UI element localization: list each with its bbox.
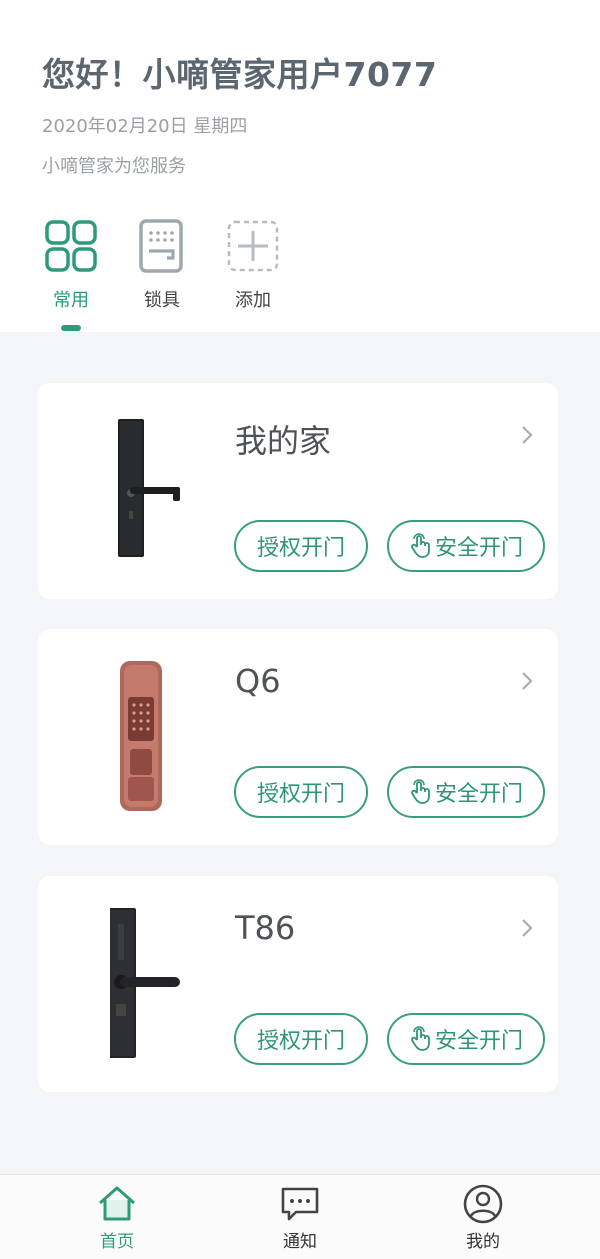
message-icon [281, 1187, 319, 1221]
tab-label: 锁具 [144, 290, 180, 311]
date-text: 2020年02月20日 星期四 [42, 116, 248, 137]
home-icon [99, 1186, 135, 1221]
hand-tap-icon [411, 533, 430, 558]
nav-label: 首页 [100, 1232, 134, 1252]
hand-tap-icon [411, 779, 430, 804]
authorize-unlock-button[interactable]: 授权开门 [234, 520, 368, 572]
button-label: 授权开门 [256, 536, 345, 561]
active-tab-indicator [61, 325, 81, 331]
lock-name: Q6 [235, 662, 281, 700]
bottom-navigation: 首页 通知 我的 [0, 1174, 600, 1259]
button-label: 安全开门 [434, 536, 523, 561]
lock-image [118, 419, 180, 557]
tab-locks[interactable]: 锁具 [122, 218, 202, 312]
button-label: 安全开门 [434, 1029, 523, 1054]
chevron-right-icon[interactable] [520, 423, 534, 447]
hand-tap-icon [411, 1026, 430, 1051]
lock-card[interactable]: 我的家 授权开门 安全开门 [38, 383, 558, 599]
chevron-right-icon[interactable] [520, 916, 534, 940]
tab-label: 添加 [235, 290, 271, 311]
lock-card[interactable]: Q6 授权开门 安全开门 [38, 629, 558, 845]
button-label: 授权开门 [256, 1029, 345, 1054]
nav-label: 通知 [283, 1232, 317, 1252]
nav-notifications[interactable]: 通知 [260, 1183, 340, 1252]
button-label: 安全开门 [434, 782, 523, 807]
button-label: 授权开门 [256, 782, 345, 807]
lock-image [110, 908, 180, 1058]
keypad-icon [134, 218, 190, 274]
greeting-title: 您好！小嘀管家用户7077 [42, 55, 438, 94]
authorize-unlock-button[interactable]: 授权开门 [234, 766, 368, 818]
lock-name: T86 [235, 909, 296, 947]
tab-label: 常用 [53, 290, 89, 311]
add-icon [225, 218, 281, 274]
tab-add[interactable]: 添加 [213, 218, 293, 312]
grid-icon [43, 218, 99, 274]
nav-profile[interactable]: 我的 [443, 1183, 523, 1252]
authorize-unlock-button[interactable]: 授权开门 [234, 1013, 368, 1065]
lock-image [120, 661, 162, 811]
service-subtitle: 小嘀管家为您服务 [42, 156, 186, 177]
nav-home[interactable]: 首页 [77, 1183, 157, 1252]
safe-unlock-button[interactable]: 安全开门 [387, 520, 545, 572]
safe-unlock-button[interactable]: 安全开门 [387, 1013, 545, 1065]
chevron-right-icon[interactable] [520, 669, 534, 693]
nav-label: 我的 [466, 1232, 500, 1252]
safe-unlock-button[interactable]: 安全开门 [387, 766, 545, 818]
user-icon [463, 1184, 503, 1224]
lock-name: 我的家 [235, 422, 332, 460]
header: 您好！小嘀管家用户7077 2020年02月20日 星期四 小嘀管家为您服务 常… [0, 0, 600, 332]
lock-card[interactable]: T86 授权开门 安全开门 [38, 876, 558, 1092]
tab-common[interactable]: 常用 [31, 218, 111, 312]
